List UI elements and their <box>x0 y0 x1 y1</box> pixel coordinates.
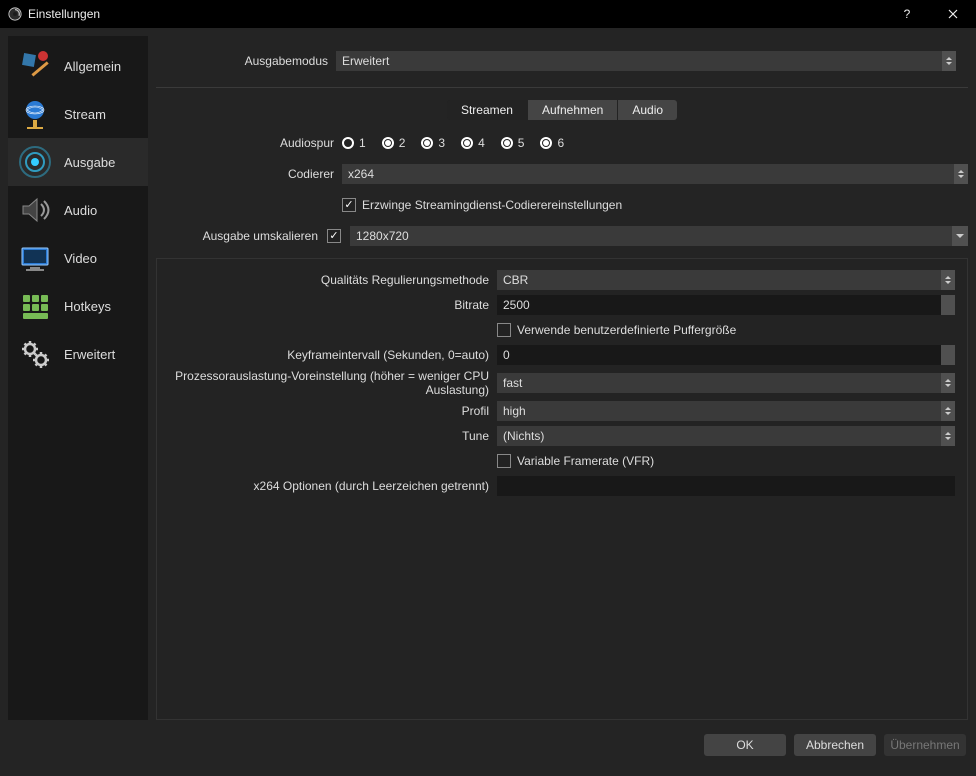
keyframe-input[interactable]: 0 <box>497 345 955 365</box>
encoder-select[interactable]: x264 <box>342 164 968 184</box>
audio-track-3[interactable]: 3 <box>421 136 445 150</box>
encoder-settings-panel: Qualitäts Regulierungsmethode CBR Bitrat… <box>156 258 968 720</box>
output-mode-label: Ausgabemodus <box>156 54 336 68</box>
enforce-label: Erzwinge Streamingdienst-Codierereinstel… <box>362 198 622 212</box>
output-mode-select[interactable]: Erweitert <box>336 51 956 71</box>
rate-control-select[interactable]: CBR <box>497 270 955 290</box>
sidebar-item-label: Ausgabe <box>64 155 115 170</box>
sidebar-item-label: Audio <box>64 203 97 218</box>
tune-select[interactable]: (Nichts) <box>497 426 955 446</box>
tune-label: Tune <box>157 429 497 443</box>
rescale-value: 1280x720 <box>356 229 409 243</box>
sidebar-item-general[interactable]: Allgemein <box>8 42 148 90</box>
output-mode-value: Erweitert <box>342 54 389 68</box>
audio-track-label: Audiospur <box>156 136 342 150</box>
spinner-icon <box>941 426 955 446</box>
sidebar-item-output[interactable]: Ausgabe <box>8 138 148 186</box>
enforce-checkbox[interactable] <box>342 198 356 212</box>
rescale-select[interactable]: 1280x720 <box>350 226 968 246</box>
audio-track-1[interactable]: 1 <box>342 136 366 150</box>
x264opts-input[interactable] <box>497 476 955 496</box>
spinner-icon <box>941 295 955 315</box>
encoder-label: Codierer <box>156 167 342 181</box>
spinner-icon <box>954 164 968 184</box>
separator <box>156 87 968 88</box>
tab-stream[interactable]: Streamen <box>447 100 527 120</box>
dialog-footer: OK Abbrechen Übernehmen <box>0 728 976 764</box>
rate-control-label: Qualitäts Regulierungsmethode <box>157 273 497 287</box>
audio-track-4[interactable]: 4 <box>461 136 485 150</box>
spinner-icon <box>941 345 955 365</box>
cpu-preset-label: Prozessorauslastung-Voreinstellung (höhe… <box>157 369 497 397</box>
output-tabs: Streamen Aufnehmen Audio <box>447 100 677 120</box>
tab-record[interactable]: Aufnehmen <box>528 100 617 120</box>
window-title: Einstellungen <box>28 7 884 21</box>
stream-icon <box>14 93 56 135</box>
cpu-preset-select[interactable]: fast <box>497 373 955 393</box>
vfr-checkbox[interactable] <box>497 454 511 468</box>
sidebar-item-label: Hotkeys <box>64 299 111 314</box>
tab-audio[interactable]: Audio <box>618 100 677 120</box>
custom-buffer-label: Verwende benutzerdefinierte Puffergröße <box>517 323 736 337</box>
audio-track-radios: 1 2 3 4 5 6 <box>342 136 968 150</box>
video-icon <box>14 237 56 279</box>
sidebar-item-stream[interactable]: Stream <box>8 90 148 138</box>
sidebar-item-label: Video <box>64 251 97 266</box>
profile-label: Profil <box>157 404 497 418</box>
encoder-value: x264 <box>348 167 374 181</box>
sidebar-item-audio[interactable]: Audio <box>8 186 148 234</box>
rescale-label: Ausgabe umskalieren <box>156 229 326 243</box>
spinner-icon <box>941 373 955 393</box>
bitrate-label: Bitrate <box>157 298 497 312</box>
rescale-checkbox[interactable] <box>327 229 341 243</box>
spinner-icon <box>942 51 956 71</box>
sidebar-item-hotkeys[interactable]: Hotkeys <box>8 282 148 330</box>
audio-track-6[interactable]: 6 <box>540 136 564 150</box>
sidebar: Allgemein Stream Ausgabe Audio Video <box>8 36 148 720</box>
advanced-icon <box>14 333 56 375</box>
profile-select[interactable]: high <box>497 401 955 421</box>
audio-icon <box>14 189 56 231</box>
close-button[interactable] <box>930 0 976 28</box>
general-icon <box>14 45 56 87</box>
ok-button[interactable]: OK <box>704 734 786 756</box>
x264opts-label: x264 Optionen (durch Leerzeichen getrenn… <box>157 479 497 493</box>
sidebar-item-label: Stream <box>64 107 106 122</box>
hotkeys-icon <box>14 285 56 327</box>
audio-track-2[interactable]: 2 <box>382 136 406 150</box>
keyframe-label: Keyframeintervall (Sekunden, 0=auto) <box>157 348 497 362</box>
dropdown-icon <box>952 226 968 246</box>
spinner-icon <box>941 401 955 421</box>
custom-buffer-checkbox[interactable] <box>497 323 511 337</box>
vfr-label: Variable Framerate (VFR) <box>517 454 654 468</box>
cancel-button[interactable]: Abbrechen <box>794 734 876 756</box>
titlebar: Einstellungen ? <box>0 0 976 28</box>
sidebar-item-video[interactable]: Video <box>8 234 148 282</box>
sidebar-item-label: Erweitert <box>64 347 115 362</box>
help-button[interactable]: ? <box>884 0 930 28</box>
sidebar-item-advanced[interactable]: Erweitert <box>8 330 148 378</box>
sidebar-item-label: Allgemein <box>64 59 121 74</box>
obs-logo-icon <box>8 7 22 21</box>
audio-track-5[interactable]: 5 <box>501 136 525 150</box>
bitrate-input[interactable]: 2500 <box>497 295 955 315</box>
output-icon <box>14 141 56 183</box>
spinner-icon <box>941 270 955 290</box>
apply-button: Übernehmen <box>884 734 966 756</box>
main-panel: Ausgabemodus Erweitert Streamen Aufnehme… <box>156 36 968 720</box>
